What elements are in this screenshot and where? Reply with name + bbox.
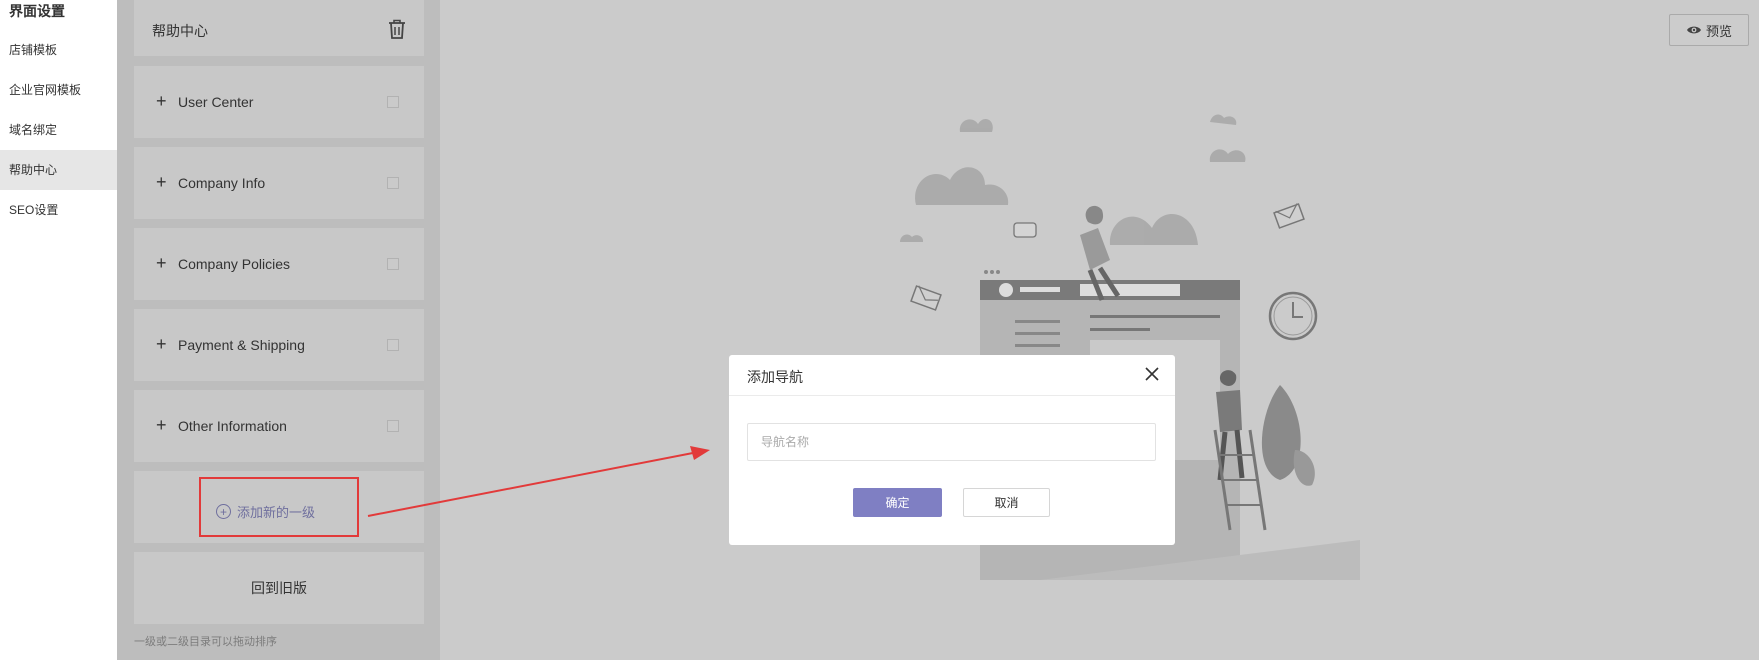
preview-button[interactable]: 预览 bbox=[1669, 14, 1749, 46]
nav-item-label: User Center bbox=[178, 94, 254, 110]
annotation-arrow bbox=[367, 446, 710, 517]
nav-item-user-center[interactable]: + User Center bbox=[134, 66, 424, 138]
expand-plus-icon[interactable]: + bbox=[156, 92, 167, 110]
cancel-button[interactable]: 取消 bbox=[963, 488, 1050, 517]
help-center-header-label: 帮助中心 bbox=[152, 23, 208, 39]
close-icon[interactable] bbox=[1143, 365, 1161, 383]
nav-item-label: Payment & Shipping bbox=[178, 337, 305, 353]
nav-item-label: Company Info bbox=[178, 175, 266, 191]
nav-item-checkbox[interactable] bbox=[387, 177, 399, 189]
sidebar-item-company-site-template[interactable]: 企业官网模板 bbox=[0, 70, 117, 110]
expand-plus-icon[interactable]: + bbox=[156, 335, 167, 353]
expand-plus-icon[interactable]: + bbox=[156, 254, 167, 272]
navigation-name-input[interactable] bbox=[747, 423, 1156, 461]
preview-label: 预览 bbox=[1705, 23, 1732, 39]
nav-item-checkbox[interactable] bbox=[387, 339, 399, 351]
expand-plus-icon[interactable]: + bbox=[156, 416, 167, 434]
highlight-box bbox=[199, 477, 359, 537]
eye-icon bbox=[1686, 26, 1701, 34]
back-to-old-version-label: 回到旧版 bbox=[251, 580, 307, 596]
nav-item-payment-shipping[interactable]: + Payment & Shipping bbox=[134, 309, 424, 381]
sidebar-title: 界面设置 bbox=[9, 3, 65, 19]
settings-sidebar: 界面设置 店铺模板 企业官网模板 域名绑定 帮助中心 SEO设置 bbox=[0, 0, 117, 660]
dialog-title: 添加导航 bbox=[747, 369, 803, 385]
sidebar-item-store-template[interactable]: 店铺模板 bbox=[0, 30, 117, 70]
nav-item-checkbox[interactable] bbox=[387, 258, 399, 270]
add-navigation-dialog: 添加导航 确定 取消 bbox=[729, 355, 1175, 545]
expand-plus-icon[interactable]: + bbox=[156, 173, 167, 191]
sidebar-item-help-center[interactable]: 帮助中心 bbox=[0, 150, 117, 190]
confirm-button[interactable]: 确定 bbox=[853, 488, 942, 517]
back-to-old-version-button[interactable]: 回到旧版 bbox=[134, 552, 424, 624]
nav-item-label: Company Policies bbox=[178, 256, 291, 272]
drag-sort-hint: 一级或二级目录可以拖动排序 bbox=[134, 636, 277, 648]
nav-item-label: Other Information bbox=[178, 418, 287, 434]
trash-icon[interactable] bbox=[387, 18, 407, 40]
sidebar-item-domain-binding[interactable]: 域名绑定 bbox=[0, 110, 117, 150]
nav-editor-panel: 帮助中心 + User Center + Company Info + Comp… bbox=[117, 0, 440, 660]
dialog-divider bbox=[729, 395, 1175, 396]
nav-item-company-policies[interactable]: + Company Policies bbox=[134, 228, 424, 300]
nav-item-company-info[interactable]: + Company Info bbox=[134, 147, 424, 219]
nav-item-checkbox[interactable] bbox=[387, 96, 399, 108]
sidebar-item-seo-settings[interactable]: SEO设置 bbox=[0, 190, 117, 230]
help-center-header: 帮助中心 bbox=[134, 0, 424, 56]
